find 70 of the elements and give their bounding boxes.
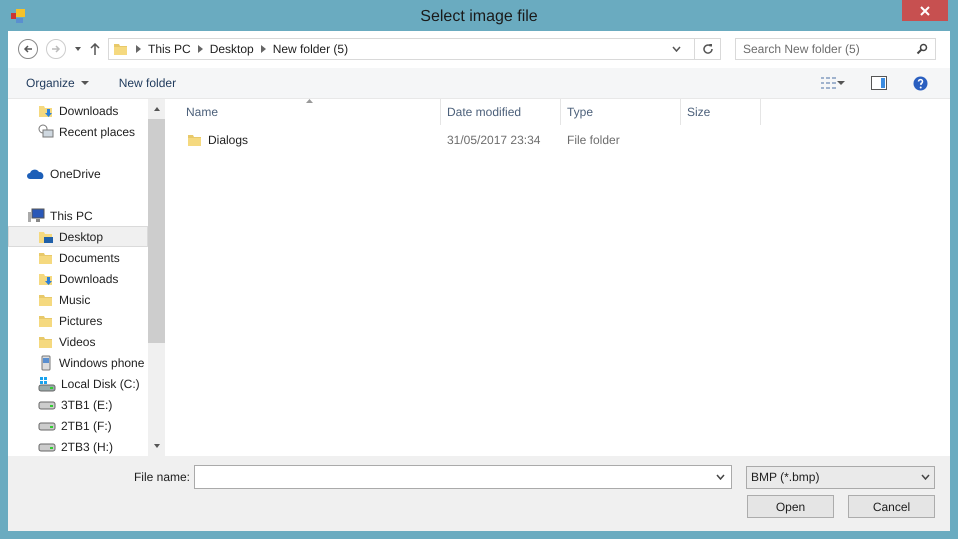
nav-item[interactable]: OneDrive (8, 163, 148, 184)
scroll-down-icon (152, 442, 160, 450)
drive-icon (38, 400, 56, 410)
back-arrow-icon (23, 44, 33, 54)
folder-icon (187, 132, 203, 148)
file-type-select[interactable]: BMP (*.bmp) (746, 466, 935, 488)
nav-item[interactable]: Pictures (8, 310, 148, 331)
breadcrumb-arrow-icon (260, 45, 266, 53)
file-name: Dialogs (208, 132, 248, 149)
new-folder-button[interactable]: New folder (118, 74, 176, 92)
column-header[interactable]: Type (561, 99, 681, 125)
breadcrumb-arrow-icon (136, 45, 141, 53)
column-header[interactable]: Size (681, 99, 761, 125)
organize-button[interactable]: Organize (26, 74, 89, 92)
file-row[interactable]: Dialogs 31/05/2017 23:34 File folder (166, 129, 950, 151)
breadcrumb[interactable]: This PC (148, 40, 191, 58)
nav-item[interactable]: Music (8, 289, 148, 310)
nav-item[interactable]: Documents (8, 247, 148, 268)
nav-item[interactable]: Local Disk (C:) (8, 373, 148, 394)
dropdown-icon (716, 474, 725, 480)
window-title: Select image file (420, 7, 538, 27)
preview-pane-icon[interactable] (871, 76, 887, 90)
scrollbar[interactable] (148, 99, 165, 456)
nav-item[interactable]: Windows phone (8, 352, 148, 373)
recent-dropdown-icon (74, 45, 82, 53)
forward-arrow-icon (51, 44, 61, 54)
dropdown-icon[interactable] (672, 46, 681, 52)
search-box[interactable]: Search New folder (5) (735, 38, 936, 60)
open-button[interactable]: Open (747, 495, 834, 518)
caret-icon (837, 79, 845, 87)
drive-icon (38, 442, 56, 452)
cloud-icon (27, 168, 45, 180)
nav-item[interactable]: 2TB3 (H:) (8, 436, 148, 456)
nav-item[interactable]: Downloads (8, 268, 148, 289)
help-icon[interactable] (913, 76, 928, 90)
back-button[interactable] (18, 39, 38, 59)
dropdown-icon (921, 474, 930, 480)
up-arrow-icon[interactable] (90, 43, 100, 55)
close-button[interactable] (902, 0, 948, 21)
drive-icon (38, 420, 56, 430)
breadcrumb[interactable]: Desktop (210, 40, 254, 58)
breadcrumb-arrow-icon (198, 45, 203, 53)
close-icon (920, 6, 930, 16)
view-list-icon[interactable] (821, 77, 837, 89)
column-header[interactable]: Date modified (441, 99, 561, 125)
recent-places-icon (38, 124, 54, 140)
nav-item[interactable]: 2TB1 (F:) (8, 415, 148, 436)
file-name-label: File name: (134, 469, 190, 486)
search-field[interactable]: Search New folder (5) (743, 40, 916, 58)
scroll-up-icon (152, 105, 160, 113)
folder-icon (113, 41, 129, 57)
nav-item[interactable]: Videos (8, 331, 148, 352)
scroll-thumb[interactable] (148, 119, 165, 343)
system-disk-icon (38, 376, 56, 392)
app-icon (10, 8, 26, 24)
computer-icon (27, 208, 45, 224)
caret-icon (80, 79, 89, 87)
cancel-button[interactable]: Cancel (848, 495, 935, 518)
nav-item[interactable]: Downloads (8, 100, 148, 121)
breadcrumb[interactable]: New folder (5) (272, 40, 348, 58)
nav-item[interactable]: Recent places (8, 121, 148, 142)
address-bar[interactable]: This PC Desktop New folder (5) (108, 38, 721, 60)
nav-item[interactable]: Desktop (8, 226, 148, 247)
nav-item[interactable]: 3TB1 (E:) (8, 394, 148, 415)
file-date: 31/05/2017 23:34 (446, 132, 542, 149)
refresh-icon[interactable] (702, 43, 714, 55)
nav-item[interactable]: This PC (8, 205, 148, 226)
file-type: File folder (566, 132, 621, 149)
file-name-field[interactable] (194, 465, 732, 489)
search-icon (916, 43, 928, 55)
